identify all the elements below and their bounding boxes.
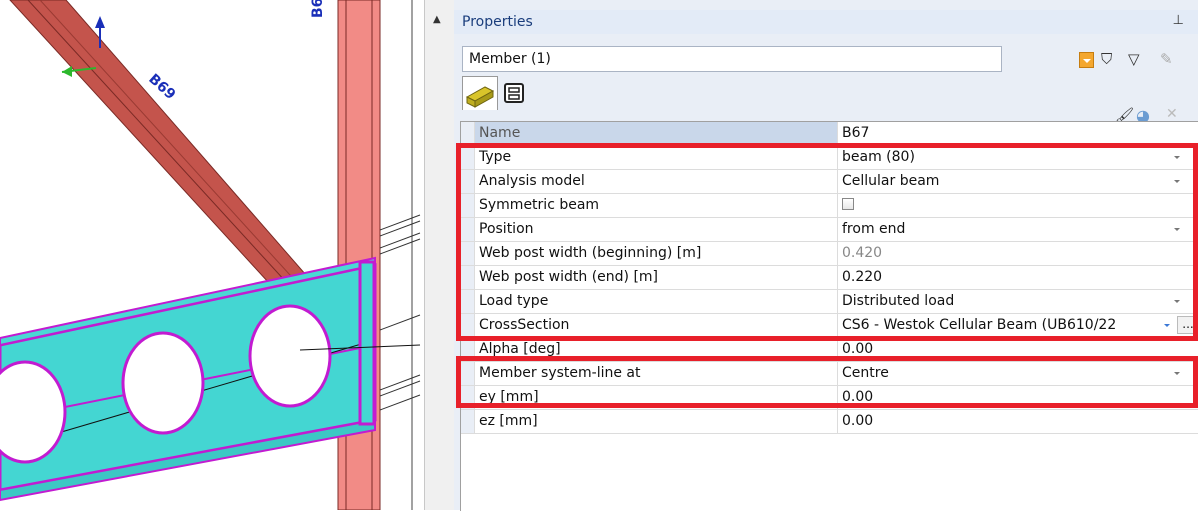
property-label: ez [mm] [479, 413, 538, 429]
highlight-box-cellular-settings [456, 143, 1198, 341]
filter-icon[interactable]: ⛉ [1101, 50, 1112, 68]
member-selector[interactable]: Member (1) [462, 46, 1002, 72]
model-viewport[interactable]: B69 B6 [0, 0, 424, 510]
tab-print-properties[interactable] [502, 80, 526, 106]
print-icon [504, 83, 524, 103]
property-row-ez[interactable]: ez [mm] 0.00 [461, 410, 1198, 434]
member-dropdown-button[interactable] [1079, 52, 1094, 68]
label-b6: B6 [310, 0, 326, 18]
pin-icon[interactable]: ⊥ [1173, 13, 1184, 28]
scroll-up-icon[interactable]: ▲ [433, 14, 441, 25]
panel-splitter[interactable]: ▲ [424, 0, 455, 510]
member-selector-label: Member (1) [469, 51, 551, 67]
panel-title: Properties [462, 14, 533, 30]
filter-add-icon[interactable]: ▽ [1128, 50, 1140, 68]
property-value-field[interactable]: 0.00 [837, 410, 1198, 433]
highlight-box-crosssection [456, 356, 1198, 408]
panel-title-bar: Properties ⊥ [454, 10, 1198, 34]
row-gutter [461, 410, 475, 433]
pencil-icon[interactable]: ✎ [1160, 50, 1173, 68]
pin-tool-icon[interactable]: ✕ [1166, 106, 1178, 122]
tab-beam-properties[interactable] [462, 76, 498, 110]
properties-panel: Properties ⊥ Member (1) ⛉ ▽ ✎ 🖌 ◕ ✕ Name… [454, 0, 1198, 511]
beam-icon [465, 86, 495, 108]
structure-drawing: B69 B6 [0, 0, 421, 510]
